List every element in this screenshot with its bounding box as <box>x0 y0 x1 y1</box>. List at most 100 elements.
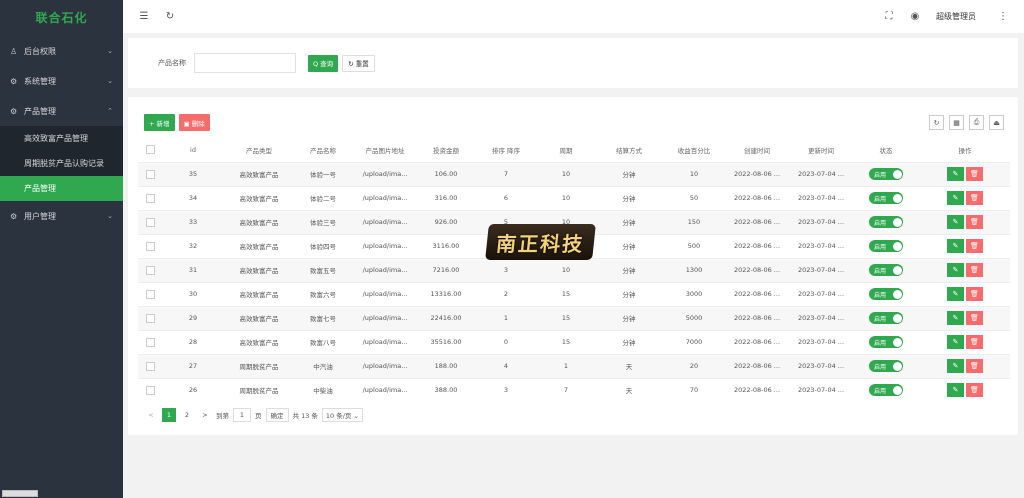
refresh-icon[interactable]: ↻ <box>929 115 944 130</box>
fullscreen-icon[interactable]: ⛶ <box>876 11 902 22</box>
row-checkbox[interactable] <box>138 185 162 210</box>
page-2-button[interactable]: 2 <box>180 408 194 422</box>
cell-sort: 4 <box>474 353 538 378</box>
edit-icon[interactable]: ✎ <box>947 239 964 253</box>
chevron-up-icon: ⌃ <box>107 107 113 115</box>
status-toggle[interactable]: 启用 <box>869 216 903 228</box>
goto-page-input[interactable]: 1 <box>233 408 251 422</box>
export-icon[interactable]: ⏏ <box>989 115 1004 130</box>
refresh-icon[interactable]: ↻ <box>157 11 183 22</box>
trash-icon[interactable]: 🗑 <box>966 359 983 373</box>
sidebar-item-product-management[interactable]: 产品管理 <box>0 176 123 201</box>
batch-delete-button[interactable]: ▣ 删除 <box>178 114 210 131</box>
cell-sort: 0 <box>474 329 538 354</box>
print-icon[interactable]: ⎙ <box>969 115 984 130</box>
cell-type: 高效致富产品 <box>224 329 294 354</box>
status-label: 启用 <box>874 339 887 347</box>
sidebar-item-cycle-purchase-records[interactable]: 周期脱贫产品认购记录 <box>0 151 123 176</box>
status-toggle[interactable]: 启用 <box>869 264 903 276</box>
status-toggle[interactable]: 启用 <box>869 288 903 300</box>
cell-amount: 35516.00 <box>418 329 474 354</box>
menu-toggle-icon[interactable]: ☰ <box>131 11 157 22</box>
next-page-button[interactable]: > <box>198 408 212 422</box>
edit-icon[interactable]: ✎ <box>947 359 964 373</box>
nav-group-system[interactable]: ⚙ 系统管理 ⌄ <box>0 66 123 96</box>
goto-confirm-button[interactable]: 确定 <box>265 408 289 422</box>
status-toggle[interactable]: 启用 <box>869 336 903 348</box>
cell-type: 高效致富产品 <box>224 281 294 306</box>
status-toggle[interactable]: 启用 <box>869 312 903 324</box>
col-id[interactable]: id <box>162 138 224 162</box>
table-panel: + 新增 ▣ 删除 ↻ ▦ ⎙ ⏏ id 产品类型 产品名称 产品图片地址 投资… <box>128 97 1018 435</box>
cell-cycle: 1 <box>538 353 594 378</box>
table-row: 30 高效致富产品 致富六号/upload/ima... 13316.00 2 15 分钟 3… <box>138 281 1010 306</box>
edit-icon[interactable]: ✎ <box>947 167 964 181</box>
trash-icon[interactable]: 🗑 <box>966 311 983 325</box>
col-sort[interactable]: 排序 降序 <box>474 138 538 162</box>
reset-button[interactable]: ↻ 重置 <box>342 54 375 72</box>
nav-group-users[interactable]: ⚙ 用户管理 ⌄ <box>0 201 123 231</box>
columns-icon[interactable]: ▦ <box>949 115 964 130</box>
edit-icon[interactable]: ✎ <box>947 335 964 349</box>
row-checkbox[interactable] <box>138 233 162 258</box>
nav-group-admin-permissions[interactable]: ♙ 后台权限 ⌄ <box>0 36 123 66</box>
cell-updated: 2023-07-04 ... <box>790 281 852 306</box>
status-label: 启用 <box>874 171 887 179</box>
row-checkbox[interactable] <box>138 281 162 306</box>
trash-icon[interactable]: 🗑 <box>966 383 983 398</box>
trash-icon[interactable]: 🗑 <box>966 263 983 277</box>
row-checkbox[interactable] <box>138 329 162 354</box>
edit-icon[interactable]: ✎ <box>947 215 964 229</box>
trash-icon[interactable]: 🗑 <box>966 167 983 181</box>
cell-img: /upload/ima... <box>352 353 418 378</box>
more-icon[interactable]: ⋮ <box>990 11 1016 22</box>
prev-page-button[interactable]: < <box>144 408 158 422</box>
globe-icon[interactable]: ◉ <box>902 11 928 22</box>
nav-group-products[interactable]: ⚙ 产品管理 ⌃ <box>0 96 123 126</box>
edit-icon[interactable]: ✎ <box>947 191 964 205</box>
status-toggle[interactable]: 启用 <box>869 240 903 252</box>
status-toggle[interactable]: 启用 <box>869 360 903 372</box>
add-button[interactable]: + 新增 <box>144 114 175 131</box>
nav-group-label: 后台权限 <box>24 46 56 56</box>
status-toggle[interactable]: 启用 <box>869 192 903 204</box>
status-label: 启用 <box>874 219 887 227</box>
edit-icon[interactable]: ✎ <box>947 311 964 325</box>
cell-id: 27 <box>162 353 224 378</box>
trash-icon[interactable]: 🗑 <box>966 191 983 205</box>
status-toggle[interactable]: 启用 <box>869 384 903 397</box>
edit-icon[interactable]: ✎ <box>947 263 964 277</box>
row-checkbox[interactable] <box>138 209 162 234</box>
row-checkbox[interactable] <box>138 257 162 282</box>
cell-id: 26 <box>162 377 224 402</box>
col-created: 创建时间 <box>724 138 790 162</box>
cell-created: 2022-08-06 ... <box>724 257 790 282</box>
table-row: 34 高效致富产品 体验二号/upload/ima... 316.00 6 10 分钟 50 2… <box>138 185 1010 210</box>
select-all-checkbox[interactable] <box>138 138 162 162</box>
edit-icon[interactable]: ✎ <box>947 287 964 301</box>
cell-updated: 2023-07-04 ... <box>790 161 852 186</box>
trash-icon[interactable]: 🗑 <box>966 335 983 349</box>
row-checkbox[interactable] <box>138 353 162 378</box>
page-size-select[interactable]: 10 条/页 ⌄ <box>321 408 363 422</box>
status-toggle[interactable]: 启用 <box>869 168 903 180</box>
row-checkbox[interactable] <box>138 161 162 186</box>
row-checkbox[interactable] <box>138 305 162 330</box>
trash-icon[interactable]: 🗑 <box>966 215 983 229</box>
cell-created: 2022-08-06 ... <box>724 353 790 378</box>
trash-icon[interactable]: 🗑 <box>966 287 983 301</box>
cell-rate: 10 <box>664 161 724 186</box>
cell-amount: 7216.00 <box>418 257 474 282</box>
row-checkbox[interactable] <box>138 377 162 402</box>
cell-type: 高效致富产品 <box>224 257 294 282</box>
user-menu[interactable]: 超级管理员 <box>936 11 976 22</box>
cell-id: 28 <box>162 329 224 354</box>
trash-icon[interactable]: 🗑 <box>966 239 983 253</box>
search-button[interactable]: Q 查询 <box>308 54 339 72</box>
cell-id: 33 <box>162 209 224 234</box>
page-1-button[interactable]: 1 <box>162 408 176 422</box>
product-name-input[interactable] <box>194 53 296 73</box>
sidebar-item-efficient-products[interactable]: 高效致富产品管理 <box>0 126 123 151</box>
user-icon: ♙ <box>10 46 18 56</box>
edit-icon[interactable]: ✎ <box>947 383 964 398</box>
